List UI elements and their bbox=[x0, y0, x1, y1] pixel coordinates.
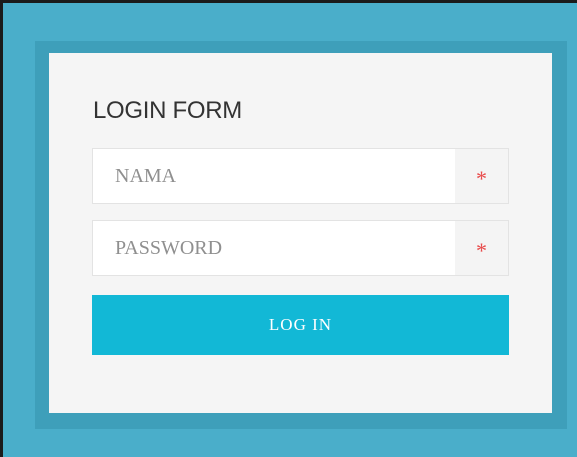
password-input[interactable] bbox=[93, 221, 455, 275]
nama-input[interactable] bbox=[93, 149, 455, 203]
window-border-left bbox=[0, 0, 3, 457]
nama-field: * bbox=[92, 148, 509, 204]
login-button[interactable]: LOG IN bbox=[92, 295, 509, 355]
required-asterisk-icon: * bbox=[455, 221, 508, 275]
login-form-card: LOGIN FORM * * LOG IN bbox=[49, 53, 552, 413]
password-field: * bbox=[92, 220, 509, 276]
required-asterisk-icon: * bbox=[455, 149, 508, 203]
login-form-title: LOGIN FORM bbox=[93, 97, 243, 124]
window-border-top bbox=[0, 0, 577, 3]
